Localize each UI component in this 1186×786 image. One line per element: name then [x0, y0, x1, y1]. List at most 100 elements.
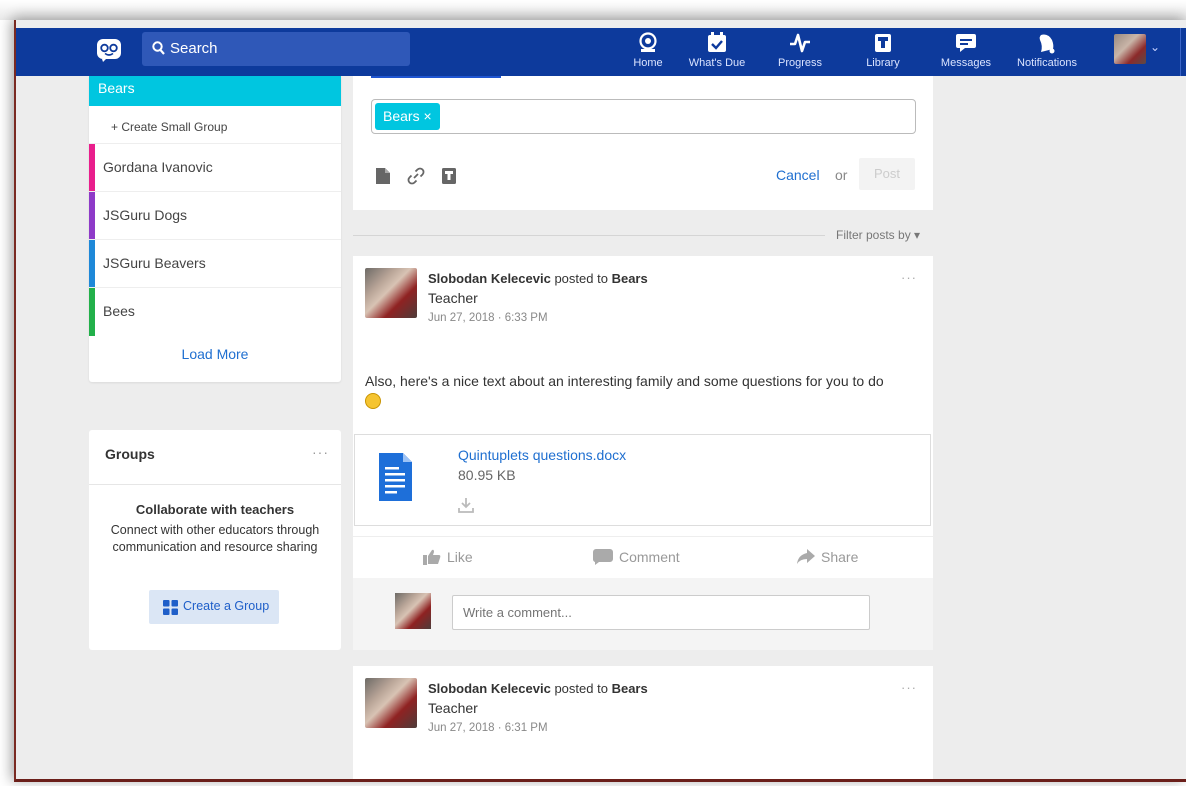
post-timestamp[interactable]: Jun 27, 2018 · 6:33 PM [428, 312, 548, 324]
calendar-check-icon [708, 32, 726, 52]
nav-label: What's Due [688, 57, 746, 69]
group-label: Gordana Ivanovic [103, 159, 213, 175]
author-role: Teacher [428, 700, 478, 716]
create-small-group-link[interactable]: + Create Small Group [111, 120, 227, 134]
group-link[interactable]: Bears [612, 681, 648, 696]
filter-posts-dropdown[interactable]: Filter posts by ▾ [836, 228, 920, 242]
nav-label: Progress [777, 57, 823, 69]
messages-icon [956, 34, 976, 52]
attachment-name[interactable]: Quintuplets questions.docx [458, 447, 626, 463]
avatar [395, 593, 431, 629]
post-actions: Like Comment Share [353, 536, 933, 578]
sidebar-item-active-group[interactable]: Bears [89, 76, 341, 106]
avatar[interactable] [365, 678, 417, 728]
pulse-icon [790, 33, 810, 53]
attachment-card[interactable]: Quintuplets questions.docx 80.95 KB [354, 434, 931, 526]
group-color-bar [89, 288, 95, 336]
home-icon [639, 32, 657, 52]
link-icon[interactable] [407, 167, 425, 188]
avatar[interactable] [365, 268, 417, 318]
comment-icon [592, 549, 613, 565]
nav-messages[interactable]: Messages [929, 30, 1003, 76]
collaborate-title: Collaborate with teachers [135, 502, 295, 517]
share-icon [797, 549, 815, 564]
collaborate-description: Connect with other educators through com… [110, 523, 320, 554]
grinning-emoji-icon [365, 393, 381, 409]
group-color-bar [89, 144, 95, 192]
sidebar-item-group[interactable]: Bees [89, 287, 341, 336]
nav-whats-due[interactable]: What's Due [680, 30, 754, 76]
group-label: Bees [103, 303, 135, 319]
search-icon [152, 41, 165, 55]
app-window: Search Home What's Due Progress Library … [14, 20, 1186, 782]
nav-label: Notifications [1017, 57, 1077, 69]
comment-area [353, 578, 933, 650]
create-group-button[interactable]: Create a Group [149, 590, 279, 624]
chevron-down-icon[interactable]: ⌄ [1150, 40, 1160, 54]
user-avatar-menu[interactable] [1114, 34, 1146, 64]
group-color-bar [89, 192, 95, 240]
posted-to-label: posted to [554, 271, 608, 286]
nav-label: Messages [940, 57, 992, 69]
post-header: Slobodan Kelecevic posted to Bears [428, 681, 648, 696]
nav-divider [1180, 28, 1181, 76]
post-header: Slobodan Kelecevic posted to Bears [428, 271, 648, 286]
library-icon[interactable] [441, 167, 457, 188]
group-color-bar [89, 240, 95, 288]
post-card: Slobodan Kelecevic posted to Bears Teach… [353, 666, 933, 779]
author-name[interactable]: Slobodan Kelecevic [428, 271, 551, 286]
nav-label: Home [633, 57, 663, 69]
comment-button[interactable]: Comment [592, 549, 680, 565]
author-role: Teacher [428, 290, 478, 306]
composer-tools [375, 167, 469, 188]
attachment-size: 80.95 KB [458, 467, 516, 483]
post-composer: Bears × Cancel or Post [353, 76, 933, 210]
nav-notifications[interactable]: Notifications [1010, 30, 1084, 76]
top-nav: Search Home What's Due Progress Library … [16, 28, 1186, 76]
post-menu-icon[interactable]: ··· [901, 680, 917, 695]
posted-to-label: posted to [554, 681, 608, 696]
post-text: Also, here's a nice text about an intere… [365, 373, 884, 389]
like-button[interactable]: Like [423, 549, 473, 565]
download-icon[interactable] [458, 497, 474, 513]
group-label: JSGuru Beavers [103, 255, 206, 271]
sidebar-item-group[interactable]: JSGuru Beavers [89, 239, 341, 288]
grid-icon [163, 600, 178, 615]
recipient-input[interactable]: Bears × [371, 99, 916, 134]
post-body: Also, here's a nice text about an intere… [365, 371, 921, 411]
post-menu-icon[interactable]: ··· [901, 270, 917, 285]
window-top-shadow [0, 0, 1186, 20]
post-button[interactable]: Post [859, 158, 915, 190]
edmodo-logo-icon[interactable] [96, 38, 122, 62]
sidebar-item-group[interactable]: JSGuru Dogs [89, 191, 341, 240]
thumbs-up-icon [423, 549, 441, 565]
group-label: JSGuru Dogs [103, 207, 188, 223]
divider [89, 484, 341, 485]
file-icon[interactable] [375, 167, 391, 188]
comment-input[interactable] [452, 595, 870, 630]
library-icon [875, 34, 891, 52]
post-timestamp[interactable]: Jun 27, 2018 · 6:31 PM [428, 722, 548, 734]
more-options-icon[interactable]: ··· [312, 444, 329, 460]
load-more-link[interactable]: Load More [89, 346, 341, 362]
nav-progress[interactable]: Progress [763, 30, 837, 76]
nav-home[interactable]: Home [611, 30, 685, 76]
search-input[interactable]: Search [142, 32, 410, 66]
bell-icon [1039, 34, 1055, 54]
cancel-button[interactable]: Cancel [776, 167, 820, 183]
sidebar-item-group[interactable]: Gordana Ivanovic [89, 143, 341, 192]
groups-card-title: Groups [105, 446, 155, 462]
recipient-tag[interactable]: Bears × [375, 103, 440, 130]
filter-divider [353, 235, 825, 236]
groups-card: Groups ··· Collaborate with teachers Con… [89, 430, 341, 650]
author-name[interactable]: Slobodan Kelecevic [428, 681, 551, 696]
groups-sidebar: Bears + Create Small Group Gordana Ivano… [89, 76, 341, 382]
document-icon [379, 453, 412, 501]
or-label: or [835, 167, 848, 183]
post-card: Slobodan Kelecevic posted to Bears Teach… [353, 256, 933, 650]
group-link[interactable]: Bears [612, 271, 648, 286]
nav-label: Library [866, 57, 900, 69]
share-button[interactable]: Share [797, 549, 858, 565]
nav-library[interactable]: Library [846, 30, 920, 76]
search-placeholder: Search [170, 40, 218, 57]
